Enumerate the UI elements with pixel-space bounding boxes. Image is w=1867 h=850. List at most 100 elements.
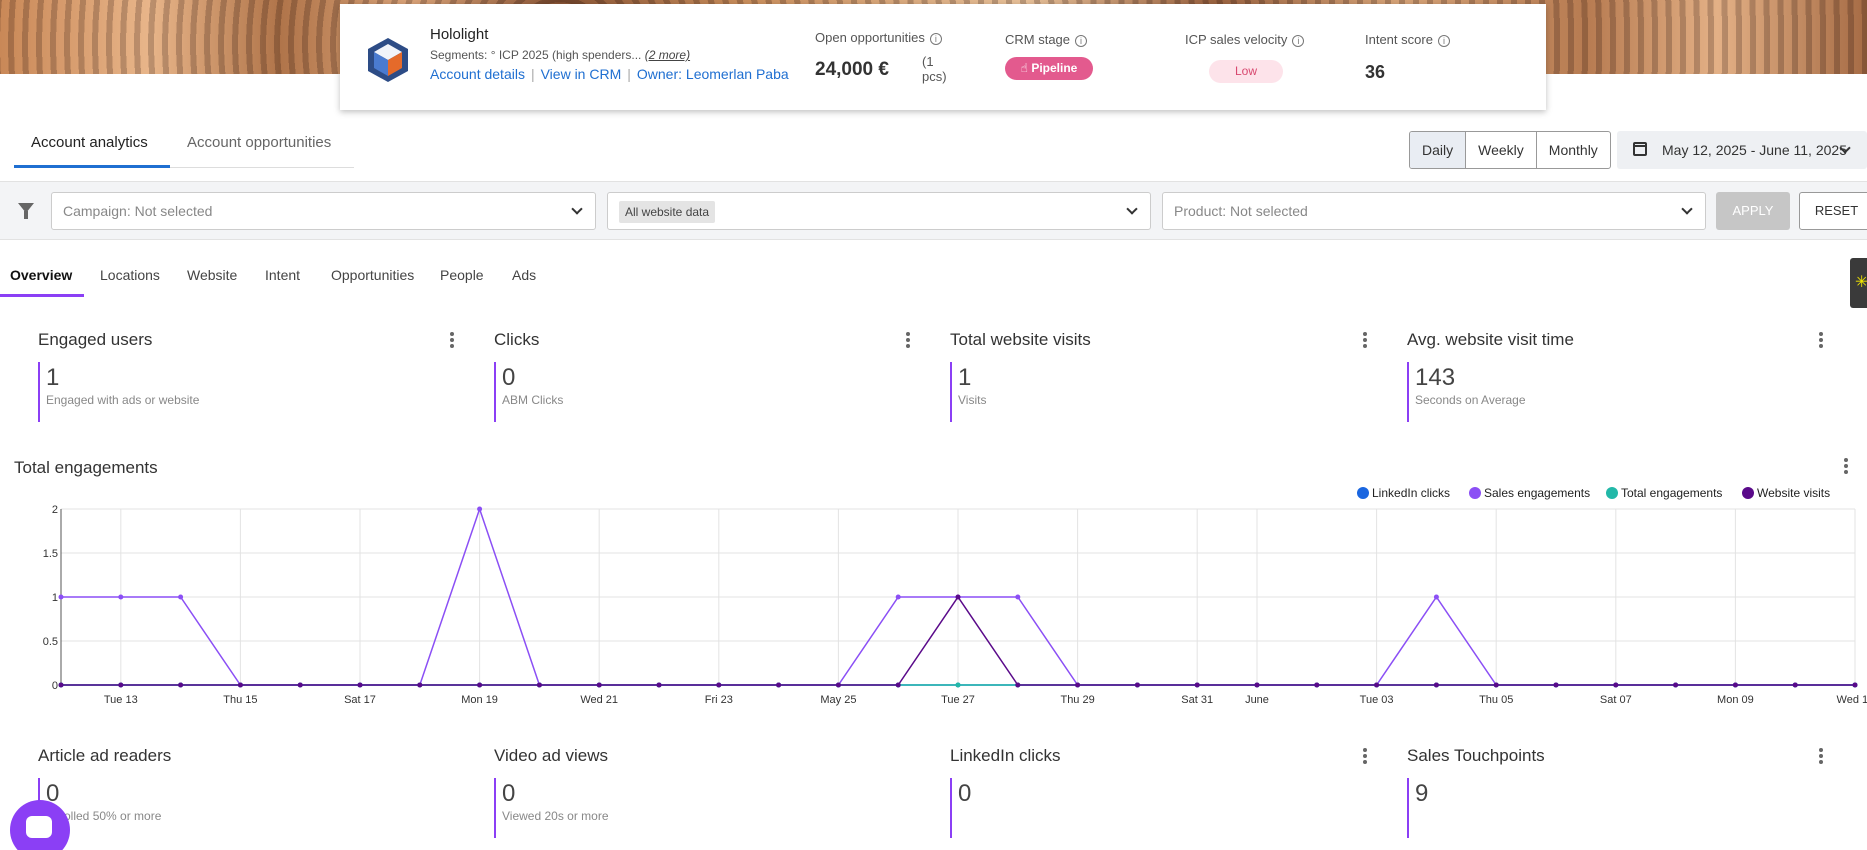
chat-support-icon[interactable] [10, 800, 70, 850]
data-point [178, 594, 184, 600]
data-point [1254, 682, 1260, 688]
x-tick-label: Tue 13 [104, 694, 138, 706]
subtab-website[interactable]: Website [187, 267, 237, 283]
y-tick-label: 0 [52, 680, 58, 692]
more-vertical-icon[interactable] [1819, 748, 1823, 766]
tab-account-opportunities[interactable]: Account opportunities [187, 134, 331, 151]
product-select[interactable]: Product: Not selected [1162, 192, 1706, 230]
more-vertical-icon[interactable] [906, 332, 910, 350]
x-tick-label: Thu 29 [1060, 694, 1094, 706]
x-tick-label: Tue 27 [941, 694, 975, 706]
data-point [1314, 682, 1320, 688]
x-tick-label: Thu 15 [223, 694, 257, 706]
kpi-accent-bar [950, 778, 952, 838]
chart-title: Total engagements [14, 458, 158, 477]
data-point [955, 682, 961, 688]
legend-swatch [1357, 487, 1369, 499]
subtab-ads[interactable]: Ads [512, 267, 536, 283]
info-icon[interactable]: i [1437, 34, 1450, 47]
website-data-select[interactable]: All website data [607, 192, 1151, 230]
info-icon[interactable]: i [929, 32, 942, 45]
tab-account-analytics[interactable]: Account analytics [31, 134, 148, 151]
account-name: Hololight [430, 26, 489, 43]
kpi-value: 1 [958, 364, 972, 391]
campaign-select[interactable]: Campaign: Not selected [51, 192, 596, 230]
open-opportunities-value: 24,000 € [815, 59, 889, 80]
x-tick-label: Sat 17 [344, 694, 376, 706]
legend-label: Total engagements [1621, 486, 1722, 500]
kpi-title: LinkedIn clicks [950, 746, 1061, 765]
period-toggle: Daily Weekly Monthly [1409, 131, 1611, 169]
data-point [895, 682, 901, 688]
subtab-opportunities[interactable]: Opportunities [331, 267, 414, 283]
period-weekly-button[interactable]: Weekly [1466, 132, 1537, 168]
period-monthly-button[interactable]: Monthly [1537, 132, 1610, 168]
more-vertical-icon[interactable] [1363, 332, 1367, 350]
kpi-value: 1 [46, 364, 60, 391]
data-point [58, 682, 64, 688]
period-daily-button[interactable]: Daily [1410, 132, 1467, 168]
more-vertical-icon[interactable] [1363, 748, 1367, 766]
data-point [1075, 682, 1081, 688]
filter-icon [18, 203, 34, 219]
x-tick-label: Thu 05 [1479, 694, 1513, 706]
x-tick-label: Sat 07 [1600, 694, 1632, 706]
data-point [178, 682, 184, 688]
kpi-subtitle: ABM Clicks [502, 393, 564, 407]
kpi-title: Avg. website visit time [1407, 330, 1574, 349]
kpi-value: 0 [502, 780, 516, 807]
info-icon[interactable]: i [1292, 34, 1305, 47]
kpi-subtitle: Visits [958, 393, 987, 407]
data-point [776, 682, 782, 688]
subtab-people[interactable]: People [440, 267, 484, 283]
segments-more-link[interactable]: (2 more) [645, 48, 690, 62]
data-point [477, 506, 483, 512]
active-tab-indicator [14, 165, 170, 168]
owner-link[interactable]: Owner: Leomerlan Paba [637, 66, 789, 82]
kpi-title: Total website visits [950, 330, 1091, 349]
legend-label: Sales engagements [1484, 486, 1590, 500]
more-vertical-icon[interactable] [1844, 458, 1848, 476]
reset-button[interactable]: RESET [1799, 192, 1867, 230]
more-vertical-icon[interactable] [1819, 332, 1823, 350]
subtab-intent[interactable]: Intent [265, 267, 300, 283]
view-in-crm-link[interactable]: View in CRM [541, 66, 622, 82]
hand-pointer-icon: ☝ [1020, 61, 1032, 75]
account-details-link[interactable]: Account details [430, 66, 525, 82]
more-vertical-icon[interactable] [450, 332, 454, 350]
company-logo-icon [368, 38, 408, 82]
x-tick-label: May 25 [820, 694, 856, 706]
date-range-picker[interactable]: May 12, 2025 - June 11, 2025 [1617, 131, 1867, 169]
data-point [1613, 682, 1619, 688]
data-point [297, 682, 303, 688]
data-point [1433, 682, 1439, 688]
account-links: Account details | View in CRM | Owner: Leome… [430, 66, 789, 82]
chevron-down-icon [1126, 203, 1138, 215]
data-point [1732, 682, 1738, 688]
data-point [1134, 682, 1140, 688]
kpi-subtitle: Viewed 20s or more [502, 809, 609, 823]
x-tick-label: Mon 19 [461, 694, 498, 706]
subtab-locations[interactable]: Locations [100, 267, 160, 283]
subtab-overview[interactable]: Overview [10, 267, 72, 283]
data-point [1852, 682, 1858, 688]
kpi-accent-bar [1407, 778, 1409, 838]
apply-button[interactable]: APPLY [1716, 192, 1790, 230]
x-tick-label: Wed 21 [580, 694, 618, 706]
data-point [835, 682, 841, 688]
calendar-icon [1633, 142, 1647, 156]
date-range-text: May 12, 2025 - June 11, 2025 [1662, 142, 1847, 158]
data-point [118, 682, 124, 688]
legend-swatch [1742, 487, 1754, 499]
legend-label: Website visits [1757, 486, 1830, 500]
feedback-widget-icon[interactable] [1850, 258, 1867, 308]
active-subtab-indicator [0, 294, 84, 297]
intent-score-label: Intent score i [1365, 32, 1450, 47]
kpi-accent-bar [494, 362, 496, 422]
info-icon[interactable]: i [1075, 34, 1088, 47]
segments-text: Segments: ° ICP 2025 (high spenders... [430, 48, 642, 62]
kpi-value: 143 [1415, 364, 1456, 391]
data-point [955, 594, 961, 600]
data-point [58, 594, 64, 600]
data-point [1374, 682, 1380, 688]
